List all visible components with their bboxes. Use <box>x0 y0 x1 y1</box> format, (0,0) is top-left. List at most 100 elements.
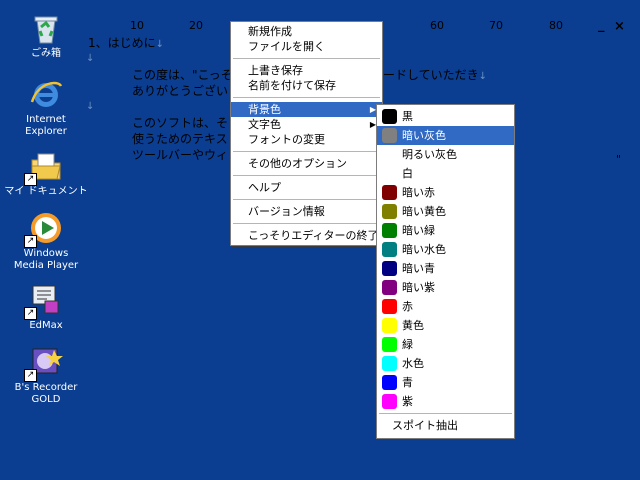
editor-empty-line[interactable]: ↓ <box>86 98 94 112</box>
internet-explorer-label-1: Internet <box>26 114 66 125</box>
menu-separator <box>233 97 380 98</box>
color-item-label: 赤 <box>402 300 413 313</box>
recycle-bin-shortcut[interactable]: ごみ箱 <box>0 10 92 60</box>
internet-explorer-label-2: Explorer <box>25 126 67 137</box>
color-swatch <box>382 261 397 276</box>
menu-item-open-file[interactable]: ファイルを開く <box>231 39 382 54</box>
color-item-label: 緑 <box>402 338 413 351</box>
editor-line[interactable]: 使うためのテキス <box>132 130 228 147</box>
menu-item-label: 文字色 <box>248 118 281 131</box>
shortcut-arrow-icon: ↗ <box>24 369 37 382</box>
color-item-black[interactable]: 黒 <box>377 107 514 126</box>
color-swatch <box>382 280 397 295</box>
menu-separator <box>233 151 380 152</box>
color-swatch <box>382 128 397 143</box>
color-item-dark-yellow[interactable]: 暗い黄色 <box>377 202 514 221</box>
color-item-label: 暗い水色 <box>402 243 446 256</box>
color-item-blue[interactable]: 青 <box>377 373 514 392</box>
editor-line-text: ツールバーやウィ <box>132 148 229 162</box>
editor-line[interactable]: ツールバーやウィ <box>132 146 228 163</box>
editor-line[interactable]: この度は、"こっそ <box>132 66 233 83</box>
menu-item-version-info[interactable]: バージョン情報 <box>231 204 382 219</box>
bs-recorder-gold-shortcut[interactable]: ↗ B's Recorder GOLD <box>0 344 92 406</box>
minimize-button[interactable]: _ <box>598 18 605 33</box>
editor-line-text: このソフトは、そ <box>132 116 229 130</box>
color-item-label: 暗い緑 <box>402 224 435 237</box>
context-menu: 新規作成 ファイルを開く 上書き保存 名前を付けて保存 背景色 ▶ 文字色 ▶ … <box>230 21 383 246</box>
eyedropper-item[interactable]: スポイト抽出 <box>377 416 514 436</box>
color-item-dark-purple[interactable]: 暗い紫 <box>377 278 514 297</box>
return-mark: ↓ <box>86 53 95 64</box>
menu-separator <box>233 58 380 59</box>
menu-item-background-color[interactable]: 背景色 ▶ <box>231 102 382 117</box>
windows-media-player-icon: ↗ <box>24 210 64 248</box>
editor-line-text: 使うためのテキス <box>132 132 228 146</box>
color-swatch <box>382 318 397 333</box>
edmax-label: EdMax <box>29 320 63 331</box>
menu-item-other-options[interactable]: その他のオプション <box>231 156 382 171</box>
editor-line-text: この度は、"こっそ <box>132 68 233 82</box>
color-item-purple[interactable]: 紫 <box>377 392 514 411</box>
editor-line-text: 1、はじめに <box>88 36 156 50</box>
color-item-label: 黄色 <box>402 319 424 332</box>
color-swatch <box>382 394 397 409</box>
menu-separator <box>233 175 380 176</box>
background-color-submenu: 黒 暗い灰色 明るい灰色 白 暗い赤 暗い黄色 暗い緑 暗い水色 暗い青 暗い紫… <box>376 104 515 439</box>
color-item-label: 水色 <box>402 357 424 370</box>
bs-recorder-gold-label-2: GOLD <box>31 394 61 405</box>
menu-item-exit[interactable]: こっそりエディターの終了 <box>231 228 382 243</box>
color-item-green[interactable]: 緑 <box>377 335 514 354</box>
color-swatch <box>382 375 397 390</box>
my-documents-shortcut[interactable]: ↗ マイ ドキュメント <box>0 148 92 198</box>
edmax-shortcut[interactable]: ↗ EdMax <box>0 282 92 332</box>
color-item-red[interactable]: 赤 <box>377 297 514 316</box>
menu-item-help[interactable]: ヘルプ <box>231 180 382 195</box>
color-swatch <box>382 356 397 371</box>
my-documents-icon: ↗ <box>24 148 64 186</box>
color-item-cyan[interactable]: 水色 <box>377 354 514 373</box>
editor-line-tail[interactable]: ードしていただき↓ <box>383 66 487 83</box>
ruler-tick: 10 <box>130 19 144 32</box>
color-swatch <box>382 299 397 314</box>
windows-media-player-shortcut[interactable]: ↗ Windows Media Player <box>0 210 92 272</box>
ruler-tick: 60 <box>430 19 444 32</box>
ruler-tick: 80 <box>549 19 563 32</box>
ruler-tick: 70 <box>489 19 503 32</box>
editor-line-text: ードしていただき <box>383 68 479 82</box>
menu-item-change-font[interactable]: フォントの変更 <box>231 132 382 147</box>
color-item-label: 暗い紫 <box>402 281 435 294</box>
color-swatch <box>382 242 397 257</box>
menu-separator <box>233 223 380 224</box>
color-item-dark-blue[interactable]: 暗い青 <box>377 259 514 278</box>
editor-line[interactable]: ありがとうござい <box>132 82 228 99</box>
color-item-dark-green[interactable]: 暗い緑 <box>377 221 514 240</box>
color-item-label: 青 <box>402 376 413 389</box>
shortcut-arrow-icon: ↗ <box>24 307 37 320</box>
return-mark: ↓ <box>86 101 95 112</box>
color-item-dark-red[interactable]: 暗い赤 <box>377 183 514 202</box>
menu-separator <box>233 199 380 200</box>
color-item-label: 暗い黄色 <box>402 205 446 218</box>
editor-line[interactable]: 1、はじめに↓ <box>88 34 164 51</box>
color-item-dark-cyan[interactable]: 暗い水色 <box>377 240 514 259</box>
color-item-yellow[interactable]: 黄色 <box>377 316 514 335</box>
windows-media-player-label-1: Windows <box>23 248 69 259</box>
color-item-light-gray[interactable]: 明るい灰色 <box>377 145 514 164</box>
desktop-background: ごみ箱 Internet Explorer ↗ マイ ドキュメント ↗ Wind… <box>0 0 640 480</box>
bs-recorder-gold-label-1: B's Recorder <box>14 382 78 393</box>
menu-item-save-as[interactable]: 名前を付けて保存 <box>231 78 382 93</box>
color-item-label: 黒 <box>402 110 413 123</box>
close-button[interactable]: × <box>614 19 625 34</box>
menu-item-new[interactable]: 新規作成 <box>231 24 382 39</box>
color-swatch <box>382 337 397 352</box>
internet-explorer-shortcut[interactable]: Internet Explorer <box>0 76 92 138</box>
menu-item-save[interactable]: 上書き保存 <box>231 63 382 78</box>
windows-media-player-label-2: Media Player <box>13 260 79 271</box>
color-item-dark-gray[interactable]: 暗い灰色 <box>377 126 514 145</box>
color-item-white[interactable]: 白 <box>377 164 514 183</box>
menu-item-text-color[interactable]: 文字色 ▶ <box>231 117 382 132</box>
editor-empty-line[interactable]: ↓ <box>86 50 94 64</box>
quote-mark: " <box>616 153 622 166</box>
editor-line[interactable]: このソフトは、そ <box>132 114 228 131</box>
color-item-label: 紫 <box>402 395 413 408</box>
